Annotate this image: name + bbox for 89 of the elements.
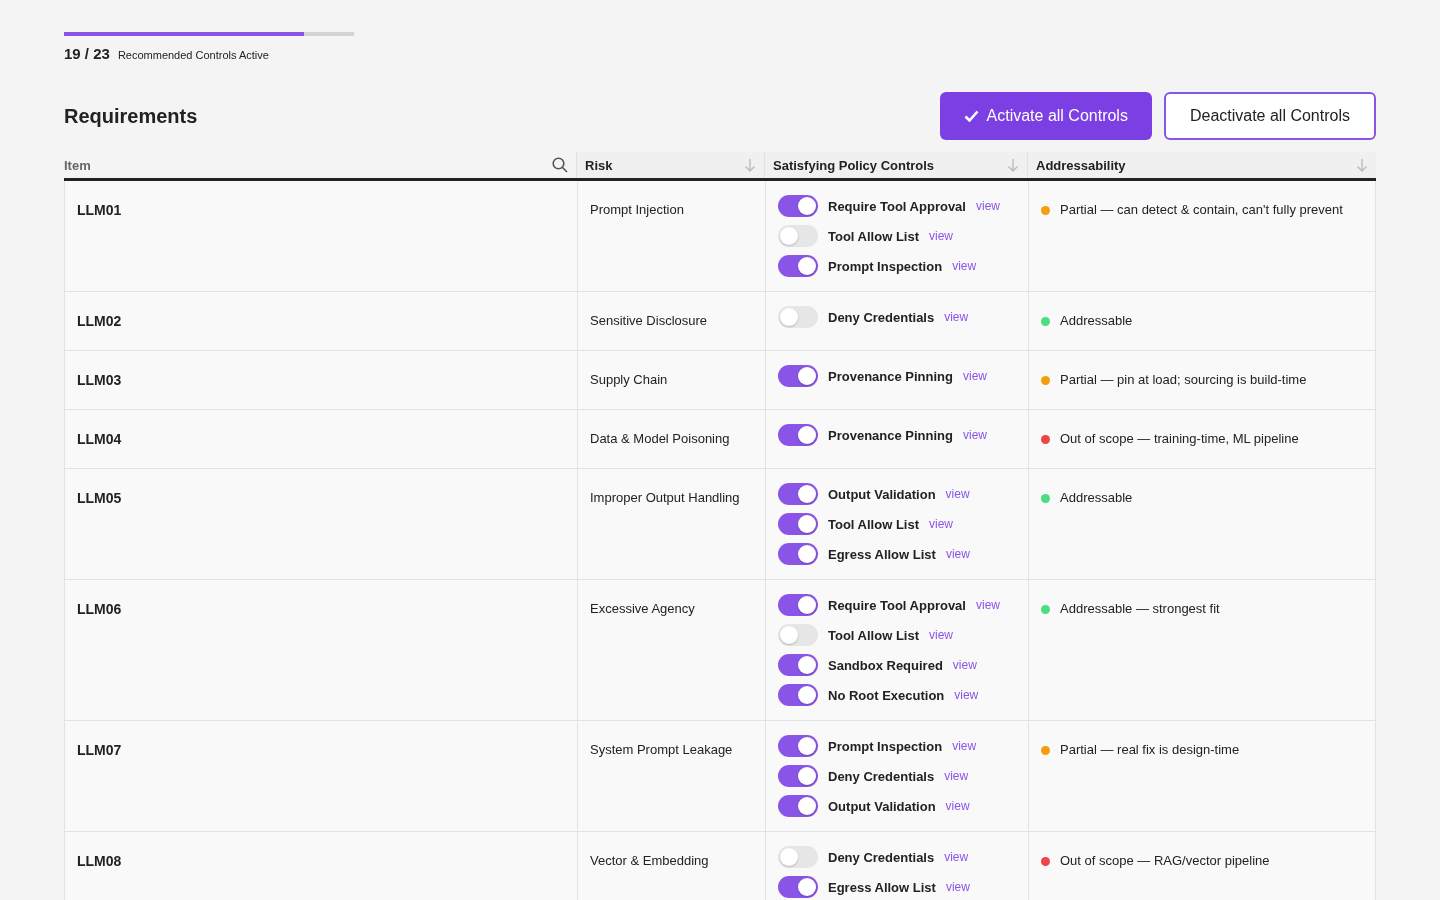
addressability-text: Addressable — [1060, 490, 1133, 505]
toggle-switch[interactable] — [778, 876, 818, 898]
risk-name: Sensitive Disclosure — [590, 313, 708, 328]
item-id: LLM07 — [77, 742, 122, 758]
toggle-switch[interactable] — [778, 846, 818, 868]
control-name: Require Tool Approval — [828, 198, 966, 214]
addressability-text: Addressable — [1060, 313, 1133, 328]
control-name: No Root Execution — [828, 687, 945, 703]
toggle-switch[interactable] — [778, 624, 818, 646]
toggle-switch[interactable] — [778, 255, 818, 277]
item-id: LLM05 — [77, 490, 122, 506]
addressability-text: Addressable — strongest fit — [1060, 601, 1220, 616]
progress-label: Recommended Controls Active — [117, 49, 269, 61]
view-link[interactable]: view — [929, 517, 953, 531]
column-header: Addressability — [1036, 157, 1126, 173]
control-name: Tool Allow List — [828, 228, 919, 244]
toggle-switch[interactable] — [778, 306, 818, 328]
search-icon[interactable] — [552, 157, 568, 173]
control-name: Output Validation — [828, 798, 936, 814]
view-link[interactable]: view — [952, 739, 977, 753]
risk-name: Data & Model Poisoning — [590, 431, 730, 446]
column-header: Satisfying Policy Controls — [773, 157, 935, 173]
view-link[interactable]: view — [945, 880, 970, 894]
section-title: Requirements — [64, 105, 198, 128]
toggle-switch[interactable] — [778, 225, 818, 247]
addressability-text: Out of scope — RAG/vector pipeline — [1060, 853, 1270, 868]
control-name: Output Validation — [828, 486, 936, 502]
view-link[interactable]: view — [945, 799, 970, 813]
toggle-switch[interactable] — [778, 424, 818, 446]
control-name: Sandbox Required — [828, 657, 943, 673]
control-name: Prompt Inspection — [828, 258, 943, 274]
activate-button[interactable]: Activate all Controls — [939, 92, 1152, 140]
control-name: Egress Allow List — [828, 546, 936, 562]
control-name: Deny Credentials — [828, 309, 935, 325]
toggle-switch[interactable] — [778, 654, 818, 676]
toggle-switch[interactable] — [778, 795, 818, 817]
addressability-text: Partial — can detect & contain, can't fully prevent — [1060, 202, 1343, 217]
control-name: Deny Credentials — [828, 849, 935, 865]
control-name: Egress Allow List — [828, 879, 936, 895]
view-link[interactable]: view — [944, 769, 969, 783]
check-icon — [963, 110, 979, 122]
risk-name: Supply Chain — [590, 372, 668, 387]
control-name: Provenance Pinning — [828, 368, 953, 384]
item-id: LLM03 — [77, 372, 122, 388]
item-id: LLM04 — [77, 431, 122, 447]
view-link[interactable]: view — [929, 628, 953, 642]
view-link[interactable]: view — [945, 487, 970, 501]
risk-name: Prompt Injection — [590, 202, 684, 217]
column-header: Item — [64, 157, 91, 173]
item-id: LLM02 — [77, 313, 122, 329]
toggle-switch[interactable] — [778, 765, 818, 787]
view-link[interactable]: view — [954, 688, 979, 702]
item-id: LLM06 — [77, 601, 122, 617]
view-link[interactable]: view — [975, 598, 1000, 612]
toggle-switch[interactable] — [778, 513, 818, 535]
risk-name: System Prompt Leakage — [590, 742, 733, 757]
active-count: 19 / 23 — [64, 45, 110, 62]
addressability-text: Partial — pin at load; sourcing is build-time — [1060, 372, 1307, 387]
control-name: Require Tool Approval — [828, 597, 966, 613]
addressability-text: Out of scope — training-time, ML pipeline — [1060, 431, 1299, 446]
risk-name: Excessive Agency — [590, 601, 695, 616]
view-link[interactable]: view — [929, 229, 953, 243]
deactivate-button[interactable]: Deactivate all Controls — [1163, 92, 1376, 140]
control-name: Tool Allow List — [828, 516, 919, 532]
view-link[interactable]: view — [963, 369, 987, 383]
risk-name: Improper Output Handling — [590, 490, 740, 505]
view-link[interactable]: view — [963, 428, 987, 442]
view-link[interactable]: view — [944, 850, 969, 864]
risk-name: Vector & Embedding — [590, 853, 709, 868]
control-name: Prompt Inspection — [828, 738, 943, 754]
control-name: Deny Credentials — [828, 768, 935, 784]
view-link[interactable]: view — [952, 259, 977, 273]
view-link[interactable]: view — [975, 199, 1000, 213]
toggle-switch[interactable] — [778, 365, 818, 387]
toggle-switch[interactable] — [778, 483, 818, 505]
view-link[interactable]: view — [945, 547, 970, 561]
item-id: LLM01 — [77, 202, 122, 218]
toggle-switch[interactable] — [778, 543, 818, 565]
toggle-switch[interactable] — [778, 594, 818, 616]
toggle-switch[interactable] — [778, 735, 818, 757]
item-id: LLM08 — [77, 853, 122, 869]
column-header: Risk — [585, 157, 613, 173]
view-link[interactable]: view — [952, 658, 977, 672]
toggle-switch[interactable] — [778, 195, 818, 217]
control-name: Tool Allow List — [828, 627, 919, 643]
view-link[interactable]: view — [944, 310, 969, 324]
toggle-switch[interactable] — [778, 684, 818, 706]
addressability-text: Partial — real fix is design-time — [1060, 742, 1240, 757]
control-name: Provenance Pinning — [828, 427, 953, 443]
